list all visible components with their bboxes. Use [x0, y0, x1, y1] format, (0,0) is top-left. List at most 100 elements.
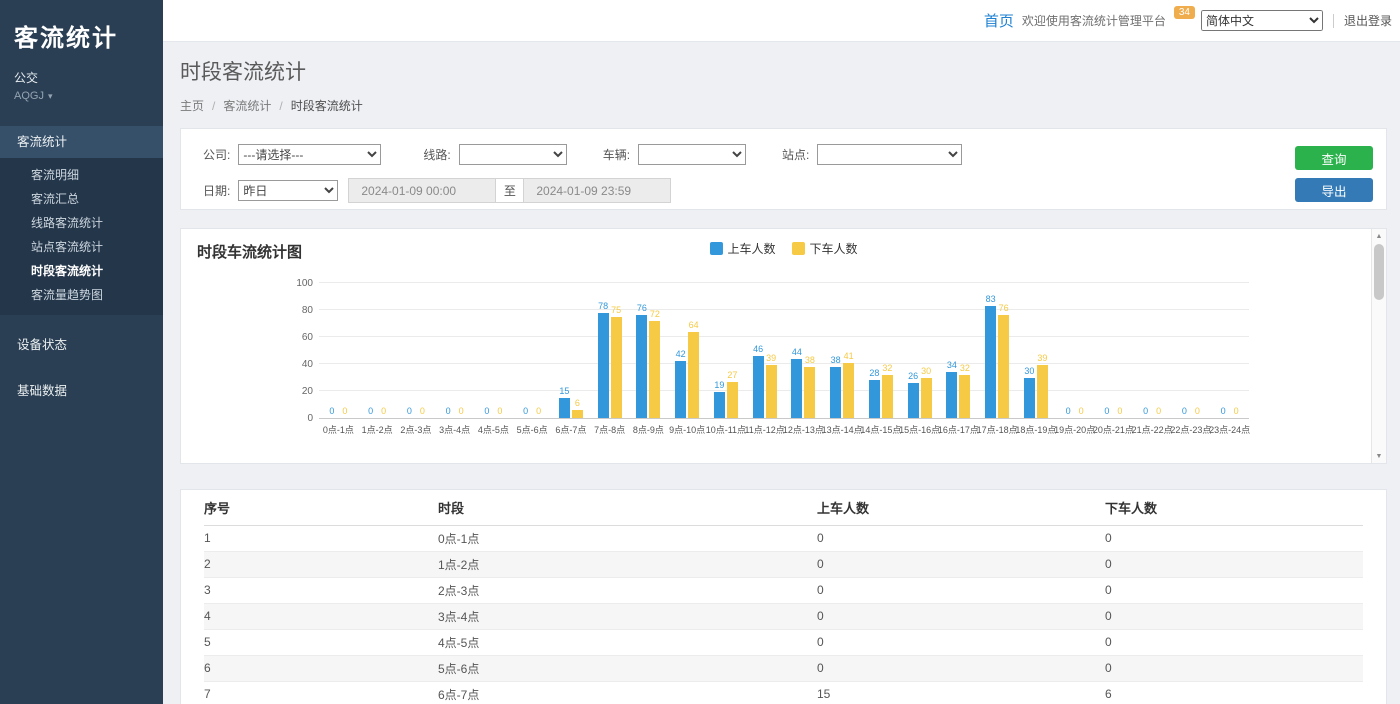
x-axis-label: 19点-20点	[1055, 423, 1094, 436]
date-label: 日期:	[203, 182, 230, 199]
station-select[interactable]	[817, 144, 962, 165]
chart-x-axis: 0点-1点1点-2点2点-3点3点-4点4点-5点5点-6点6点-7点7点-8点…	[319, 423, 1249, 436]
gridline	[319, 282, 1249, 283]
scrollbar-thumb[interactable]	[1374, 244, 1384, 300]
bar-wrap: 26	[908, 284, 919, 418]
bar-value-label: 30	[921, 367, 931, 376]
table-cell: 0	[1105, 629, 1363, 655]
bar	[908, 383, 919, 418]
query-button[interactable]: 查询	[1295, 146, 1373, 170]
bar-value-label: 0	[459, 407, 464, 416]
bar-group: 00	[1094, 284, 1133, 418]
bar-wrap: 6	[572, 284, 583, 418]
bar-group: 2832	[862, 284, 901, 418]
bar-value-label: 0	[446, 407, 451, 416]
table-cell: 2点-3点	[438, 577, 817, 603]
x-axis-label: 22点-23点	[1172, 423, 1211, 436]
bar-value-label: 26	[908, 372, 918, 381]
bar-wrap: 0	[494, 284, 505, 418]
bar-group: 00	[1210, 284, 1249, 418]
table-header-row: 序号时段上车人数下车人数	[204, 490, 1363, 525]
bar	[921, 378, 932, 419]
export-button[interactable]: 导出	[1295, 178, 1373, 202]
logout-link[interactable]: 退出登录	[1344, 12, 1392, 29]
legend-swatch-icon	[792, 242, 805, 255]
sidebar-group-客流统计[interactable]: 客流统计	[0, 126, 163, 158]
sidebar-group-设备状态[interactable]: 设备状态	[0, 329, 163, 361]
home-link[interactable]: 首页	[984, 10, 1014, 31]
chart-title: 时段车流统计图	[197, 241, 302, 262]
bar	[572, 410, 583, 418]
bar-wrap: 64	[688, 284, 699, 418]
sidebar-item-客流汇总[interactable]: 客流汇总	[0, 187, 163, 211]
bar-value-label: 0	[1156, 407, 1161, 416]
bar-wrap: 27	[727, 284, 738, 418]
table-cell: 5	[204, 629, 438, 655]
bar-value-label: 32	[960, 364, 970, 373]
sidebar-item-线路客流统计[interactable]: 线路客流统计	[0, 211, 163, 235]
line-select[interactable]	[459, 144, 567, 165]
vehicle-select[interactable]	[638, 144, 746, 165]
date-preset-select[interactable]: 昨日	[238, 180, 338, 201]
top-bar: 首页 欢迎使用客流统计管理平台 34 简体中文 退出登录	[163, 0, 1400, 42]
org-label: 公交	[14, 69, 149, 86]
x-axis-label: 11点-12点	[745, 423, 784, 436]
x-axis-label: 13点-14点	[823, 423, 862, 436]
bar-value-label: 46	[753, 345, 763, 354]
x-axis-label: 5点-6点	[513, 423, 552, 436]
date-start-input[interactable]	[348, 178, 496, 203]
page-head: 时段客流统计 主页客流统计时段客流统计	[180, 56, 363, 114]
bar-wrap: 39	[766, 284, 777, 418]
notification-badge[interactable]: 34	[1174, 6, 1195, 19]
date-to-label: 至	[496, 178, 523, 203]
table-cell: 6点-7点	[438, 681, 817, 704]
bar-value-label: 39	[766, 354, 776, 363]
sidebar-item-客流明细[interactable]: 客流明细	[0, 163, 163, 187]
x-axis-label: 3点-4点	[435, 423, 474, 436]
bar-group: 00	[1133, 284, 1172, 418]
org-selector[interactable]: AQGJ	[14, 90, 149, 102]
bar-wrap: 72	[649, 284, 660, 418]
legend-item[interactable]: 下车人数	[792, 240, 858, 257]
table-cell: 3	[204, 577, 438, 603]
sidebar-group-基础数据[interactable]: 基础数据	[0, 375, 163, 407]
breadcrumb-item[interactable]: 主页	[180, 99, 204, 113]
bar-wrap: 0	[417, 284, 428, 418]
language-select[interactable]: 简体中文	[1201, 10, 1323, 31]
table-cell: 5点-6点	[438, 655, 817, 681]
x-axis-label: 0点-1点	[319, 423, 358, 436]
bar-group: 00	[319, 284, 358, 418]
table-cell: 4点-5点	[438, 629, 817, 655]
y-axis-tick: 80	[285, 305, 313, 316]
bar-wrap: 34	[946, 284, 957, 418]
sidebar-item-时段客流统计[interactable]: 时段客流统计	[0, 259, 163, 283]
bar-group: 00	[435, 284, 474, 418]
bar-wrap: 41	[843, 284, 854, 418]
bar-wrap: 15	[559, 284, 570, 418]
date-end-input[interactable]	[523, 178, 671, 203]
page-title: 时段客流统计	[180, 56, 363, 86]
bar-value-label: 38	[831, 356, 841, 365]
x-axis-label: 9点-10点	[668, 423, 707, 436]
scroll-up-icon[interactable]	[1372, 229, 1386, 243]
legend-item[interactable]: 上车人数	[709, 240, 775, 257]
scroll-down-icon[interactable]	[1372, 449, 1386, 463]
chart-scrollbar[interactable]	[1371, 229, 1386, 463]
bar-wrap: 30	[1024, 284, 1035, 418]
sidebar-item-客流量趋势图[interactable]: 客流量趋势图	[0, 283, 163, 307]
vehicle-label: 车辆:	[603, 146, 630, 163]
bar-wrap: 0	[365, 284, 376, 418]
table-cell: 0	[1105, 525, 1363, 551]
breadcrumb-item[interactable]: 客流统计	[204, 99, 271, 113]
y-axis-tick: 40	[285, 359, 313, 370]
filter-panel: 公司: ---请选择--- 线路: 车辆: 站点: 日期: 昨日 至 查询 导出	[180, 128, 1387, 210]
bar-group: 4639	[745, 284, 784, 418]
bar-value-label: 0	[1195, 407, 1200, 416]
bar-group: 00	[1055, 284, 1094, 418]
company-select[interactable]: ---请选择---	[238, 144, 381, 165]
sidebar-item-站点客流统计[interactable]: 站点客流统计	[0, 235, 163, 259]
bar	[791, 359, 802, 418]
bar-value-label: 34	[947, 361, 957, 370]
table-cell: 6	[1105, 681, 1363, 704]
company-label: 公司:	[203, 146, 230, 163]
